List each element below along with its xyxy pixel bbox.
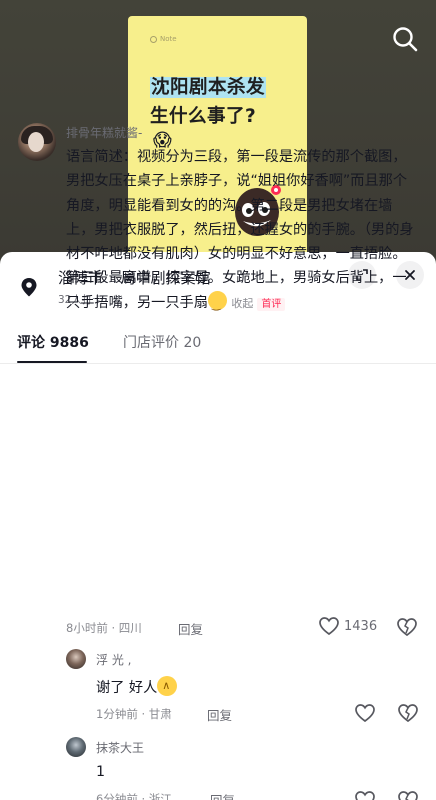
search-icon[interactable] xyxy=(390,24,420,54)
comment-username[interactable]: 排骨年糕就酱- xyxy=(66,124,142,141)
reply-text[interactable]: 1 xyxy=(96,764,105,780)
heart-icon[interactable] xyxy=(354,790,376,800)
pray-emoji-icon xyxy=(157,676,178,696)
tab-bar: 评论 9886 门店评价 20 xyxy=(0,330,436,364)
like-button[interactable]: 1436 xyxy=(318,616,377,636)
reply-button[interactable]: 回复 xyxy=(207,705,232,724)
reply-meta: 6分钟前 · 浙江 xyxy=(96,792,172,800)
note-tag-label: Note xyxy=(160,35,177,43)
dislike-icon[interactable] xyxy=(397,703,419,723)
note-ring-icon xyxy=(150,35,157,43)
smile-emoji-icon xyxy=(207,290,227,317)
reply-button[interactable]: 回复 xyxy=(178,619,203,638)
reply-meta: 1分钟前 · 甘肃 xyxy=(96,707,172,721)
reply-button[interactable]: 回复 xyxy=(210,790,235,800)
dislike-icon[interactable] xyxy=(396,617,418,637)
comment-text[interactable]: 语言简述：视频分为三段，第一段是流传的那个截图，男把女压在桌子上亲脖子，说“姐姐… xyxy=(66,145,418,317)
reply-avatar[interactable] xyxy=(66,737,86,757)
tab-comments[interactable]: 评论 9886 xyxy=(17,332,89,352)
collapse-button[interactable]: 收起 xyxy=(231,297,253,310)
note-tag: Note xyxy=(150,35,177,43)
reply-text[interactable]: 谢了 好人 xyxy=(96,676,178,697)
reply-username[interactable]: 浮 光 , xyxy=(96,651,131,668)
first-comment-badge: 首评 xyxy=(257,297,286,311)
dislike-icon[interactable] xyxy=(397,790,419,800)
reply-avatar[interactable] xyxy=(66,649,86,669)
note-title: 沈阳剧本杀发 生什么事了? xyxy=(150,73,300,131)
heart-icon[interactable] xyxy=(354,703,376,723)
tabs-divider xyxy=(0,363,436,364)
like-count: 1436 xyxy=(344,618,378,634)
heart-icon xyxy=(319,617,339,636)
avatar[interactable] xyxy=(18,123,56,161)
reply-body: 谢了 好人 xyxy=(96,680,158,696)
tab-store-reviews[interactable]: 门店评价 20 xyxy=(123,332,201,352)
comment-body: 语言简述：视频分为三段，第一段是流传的那个截图，男把女压在桌子上亲脖子，说“姐姐… xyxy=(66,149,414,311)
comment-meta: 8小时前 · 四川 xyxy=(66,621,142,635)
location-pin-icon xyxy=(21,278,37,297)
reply-username[interactable]: 抹茶大王 xyxy=(96,739,144,756)
note-title-highlight: 沈阳剧本杀发 xyxy=(150,77,267,98)
note-title-rest: 生什么事了? xyxy=(150,106,257,127)
